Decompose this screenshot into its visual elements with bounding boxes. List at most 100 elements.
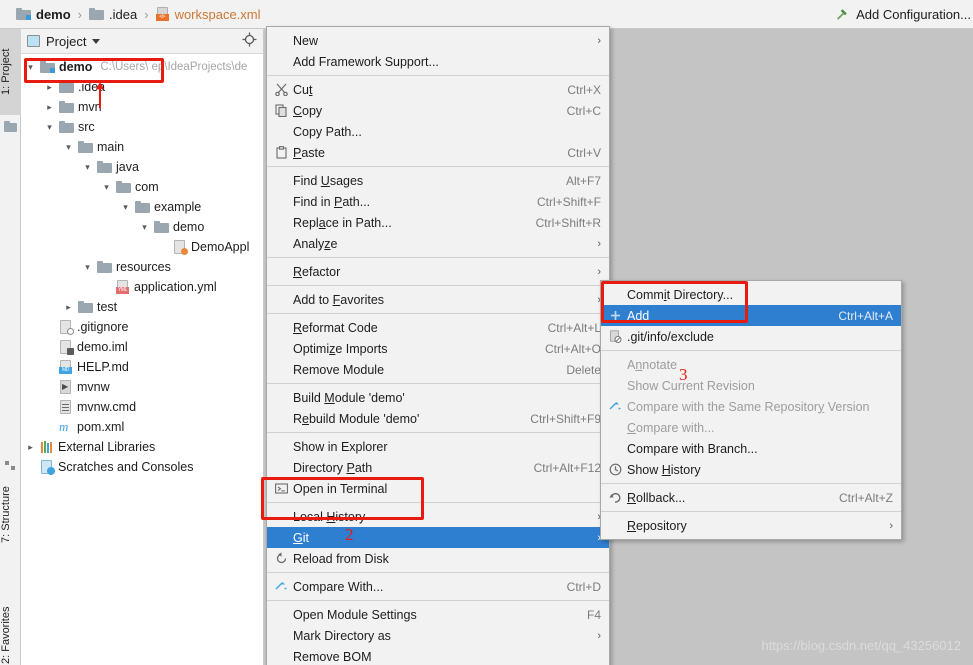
tree-node-resources[interactable]: ▾ resources [21,257,263,277]
git-item-annotate[interactable]: Annotate [601,354,901,375]
menu-item-optimize-imports[interactable]: Optimize Imports Ctrl+Alt+O [267,338,609,359]
menu-item-label: Local History [293,509,366,524]
folder-icon [59,81,74,93]
menu-item-remove-bom[interactable]: Remove BOM [267,646,609,665]
chevron-down-icon[interactable]: ▾ [101,182,112,193]
menu-item-reload-from-disk[interactable]: Reload from Disk [267,548,609,569]
chevron-right-icon[interactable]: ▸ [44,82,55,93]
git-item-commit-directory[interactable]: Commit Directory... [601,284,901,305]
git-item-compare-with[interactable]: Compare with... [601,417,901,438]
menu-item-paste[interactable]: Paste Ctrl+V [267,142,609,163]
tree-node-help-md[interactable]: MD HELP.md [21,357,263,377]
menu-item-copy[interactable]: Copy Ctrl+C [267,100,609,121]
context-menu[interactable]: New › Add Framework Support... Cut Ctrl+X Cop… [266,26,610,665]
tree-node-mvn[interactable]: ▸ mvn [21,97,263,117]
chevron-down-icon[interactable]: ▾ [82,162,93,173]
tree-node-java[interactable]: ▾ java [21,157,263,177]
menu-item-label: Optimize Imports [293,341,388,356]
menu-item-refactor[interactable]: Refactor › [267,261,609,282]
tree-node-pom-xml[interactable]: m pom.xml [21,417,263,437]
menu-item-find-in-path[interactable]: Find in Path... Ctrl+Shift+F [267,191,609,212]
menu-item-directory-path[interactable]: Directory Path Ctrl+Alt+F12 [267,457,609,478]
tree-node-test[interactable]: ▸ test [21,297,263,317]
tree-node-mvnw[interactable]: ▶ mvnw [21,377,263,397]
sidebar-item-project[interactable]: 1: Project [0,29,21,115]
menu-item-find-usages[interactable]: Find Usages Alt+F7 [267,170,609,191]
chevron-right-icon[interactable]: ▸ [25,442,36,453]
menu-item-new[interactable]: New › [267,30,609,51]
project-tree[interactable]: ▾ demo C:\Users\ ep\IdeaProjects\de ▸ .idea ▸… [21,54,263,477]
hammer-icon[interactable] [835,7,849,21]
add-configuration-button[interactable]: Add Configuration... [856,7,971,22]
tree-node--gitignore[interactable]: .gitignore [21,317,263,337]
tree-node-com[interactable]: ▾ com [21,177,263,197]
git-item-add[interactable]: Add Ctrl+Alt+A [601,305,901,326]
git-submenu[interactable]: Commit Directory... Add Ctrl+Alt+A .git/inf… [600,280,902,540]
chevron-down-icon[interactable]: ▾ [82,262,93,273]
menu-item-rebuild-module-demo[interactable]: Rebuild Module 'demo' Ctrl+Shift+F9 [267,408,609,429]
menu-item-copy-path[interactable]: Copy Path... [267,121,609,142]
menu-item-add-to-favorites[interactable]: Add to Favorites › [267,289,609,310]
tree-node--idea[interactable]: ▸ .idea [21,77,263,97]
git-item-repository[interactable]: Repository › [601,515,901,536]
menu-item-open-module-settings[interactable]: Open Module Settings F4 [267,604,609,625]
menu-item-cut[interactable]: Cut Ctrl+X [267,79,609,100]
terminal-icon [273,482,290,495]
tree-node-example[interactable]: ▾ example [21,197,263,217]
menu-item-replace-in-path[interactable]: Replace in Path... Ctrl+Shift+R [267,212,609,233]
compare-icon [607,400,624,413]
chevron-right-icon[interactable]: ▸ [44,102,55,113]
tree-node-demoappl[interactable]: DemoAppl [21,237,263,257]
scroll-from-source-icon[interactable] [242,32,257,50]
menu-item-git[interactable]: Git › [267,527,609,548]
menu-item-reformat-code[interactable]: Reformat Code Ctrl+Alt+L [267,317,609,338]
tree-node-application-yml[interactable]: YML application.yml [21,277,263,297]
tree-node-mvnw-cmd[interactable]: mvnw.cmd [21,397,263,417]
folder-icon [78,141,93,153]
tree-node-label: src [78,120,95,134]
module-folder-icon [40,61,55,73]
git-item-compare-with-the-same-repository-version[interactable]: Compare with the Same Repository Version [601,396,901,417]
tree-node-src[interactable]: ▾ src [21,117,263,137]
tree-node-scratches-and-consoles[interactable]: Scratches and Consoles [21,457,263,477]
breadcrumb-item-idea[interactable]: .idea [87,3,139,25]
menu-item-label: Annotate [627,357,678,372]
tree-node-demo[interactable]: ▾ demo [21,217,263,237]
menu-item-shortcut: Alt+F7 [565,173,601,188]
chevron-right-icon[interactable]: ▸ [63,302,74,313]
menu-item-local-history[interactable]: Local History › [267,506,609,527]
menu-item-mark-directory-as[interactable]: Mark Directory as › [267,625,609,646]
chevron-down-icon[interactable] [92,38,101,44]
menu-item-label: Refactor [293,264,341,279]
tree-node-demo-iml[interactable]: demo.iml [21,337,263,357]
menu-item-label: Open in Terminal [293,481,388,496]
breadcrumb-item-demo[interactable]: demo [14,3,73,25]
menu-item-analyze[interactable]: Analyze › [267,233,609,254]
chevron-down-icon[interactable]: ▾ [120,202,131,213]
chevron-down-icon[interactable]: ▾ [63,142,74,153]
git-item-show-history[interactable]: Show History [601,459,901,480]
chevron-down-icon[interactable]: ▾ [44,122,55,133]
menu-item-shortcut: Ctrl+Alt+Z [838,490,893,505]
git-item-rollback[interactable]: Rollback... Ctrl+Alt+Z [601,487,901,508]
menu-item-label: Rollback... [627,490,686,505]
tree-node-external-libraries[interactable]: ▸ External Libraries [21,437,263,457]
menu-item-show-in-explorer[interactable]: Show in Explorer [267,436,609,457]
git-item-show-current-revision[interactable]: Show Current Revision [601,375,901,396]
menu-item-open-in-terminal[interactable]: Open in Terminal [267,478,609,499]
tree-node-demo[interactable]: ▾ demo C:\Users\ ep\IdeaProjects\de [21,57,263,77]
sidebar-item-favorites[interactable]: 2: Favorites [0,585,21,665]
tree-node-main[interactable]: ▾ main [21,137,263,157]
menu-item-remove-module[interactable]: Remove Module Delete [267,359,609,380]
menu-item-add-framework-support[interactable]: Add Framework Support... [267,51,609,72]
chevron-down-icon[interactable]: ▾ [25,62,36,73]
git-item-compare-with-branch[interactable]: Compare with Branch... [601,438,901,459]
menu-item-build-module-demo[interactable]: Build Module 'demo' [267,387,609,408]
chevron-down-icon[interactable]: ▾ [139,222,150,233]
git-item--git-info-exclude[interactable]: .git/info/exclude [601,326,901,347]
sidebar-item-structure[interactable]: 7: Structure [0,469,21,561]
menu-item-compare-with[interactable]: Compare With... Ctrl+D [267,576,609,597]
breadcrumb-item-workspace-xml[interactable]: </> workspace.xml [154,3,263,25]
tree-node-label: DemoAppl [191,240,250,254]
